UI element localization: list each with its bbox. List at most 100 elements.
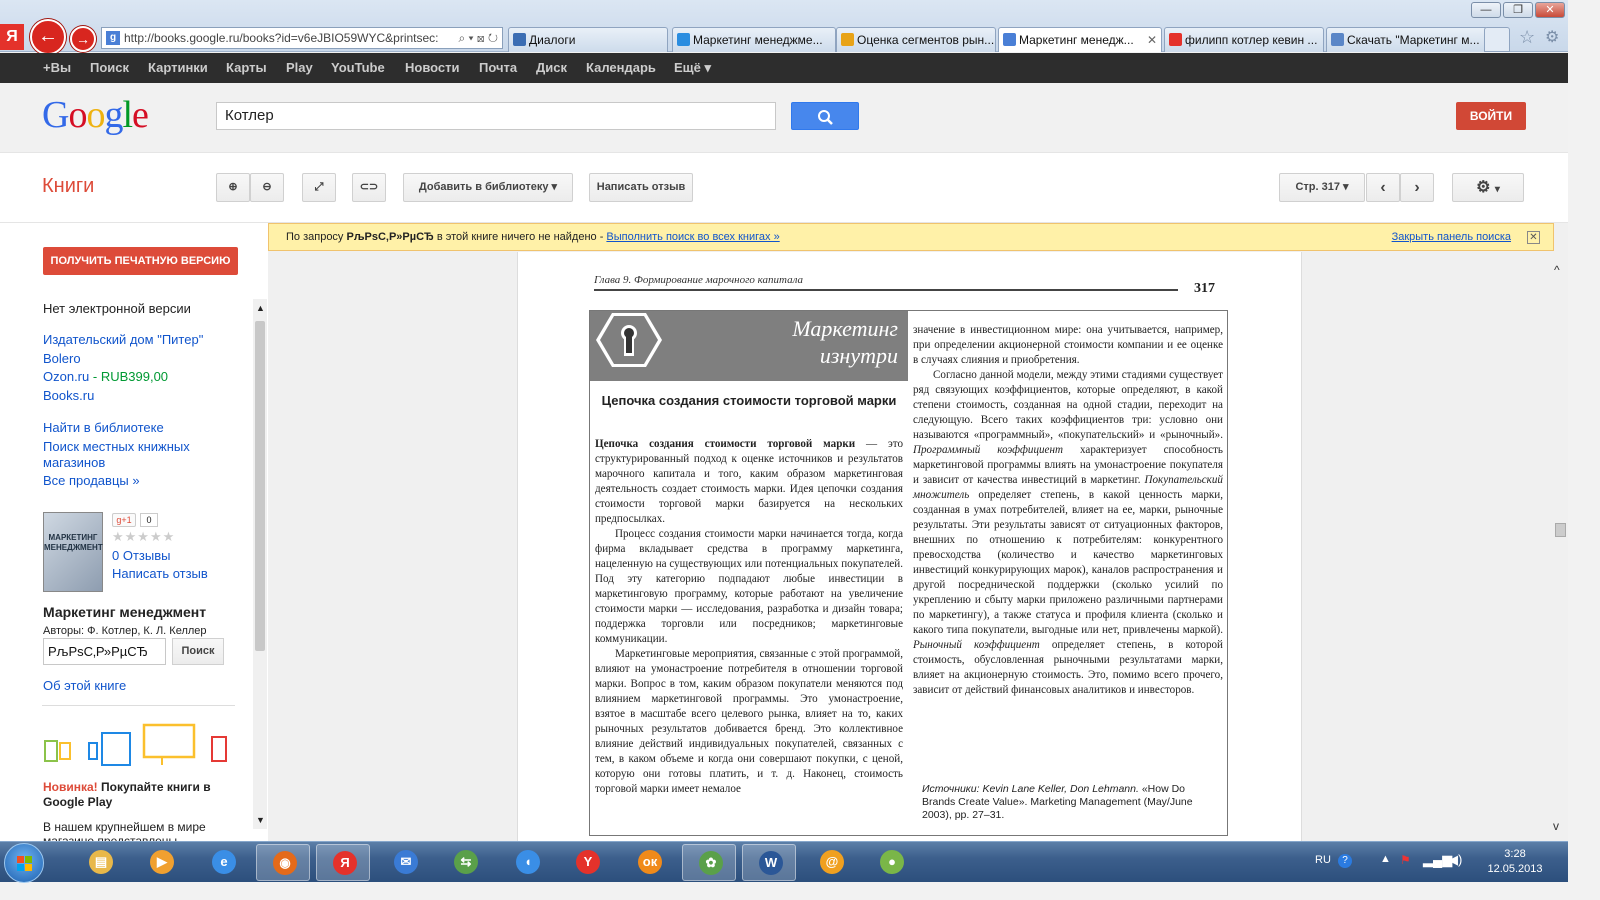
gbar-item[interactable]: Календарь [586, 53, 656, 83]
seller-link-piter[interactable]: Издательский дом "Питер" [43, 332, 203, 348]
volume-app-icon: ◖ [516, 850, 540, 874]
login-button[interactable]: ВОЙТИ [1456, 102, 1526, 130]
clock[interactable]: 3:28 12.05.2013 [1480, 847, 1550, 877]
bookmark-star-icon[interactable]: ☆ [1519, 27, 1535, 48]
gbar-item[interactable]: Картинки [148, 53, 208, 83]
books-title[interactable]: Книги [42, 175, 94, 198]
viewer-scroll-thumb[interactable] [1555, 523, 1566, 537]
tab-label: Скачать "Маркетинг м... [1347, 33, 1480, 47]
sidebar-scrollbar[interactable]: ▲ ▼ [253, 299, 267, 829]
sidebar-scroll-thumb[interactable] [255, 321, 265, 651]
taskbar-app-odnoklassniki[interactable]: ок [622, 844, 676, 881]
gbar-item[interactable]: Поиск [90, 53, 129, 83]
address-bar[interactable]: g http://books.google.ru/books?id=v6eJBI… [101, 27, 503, 49]
zoom-in-button[interactable]: ⊕ [216, 173, 250, 202]
book-cover[interactable]: МАРКЕТИНГ МЕНЕДЖМЕНТ [43, 512, 103, 592]
write-review-button[interactable]: Написать отзыв [589, 173, 693, 202]
address-bar-actions[interactable]: ⌕ ▾ ⊠ ↻ [458, 28, 498, 48]
taskbar-app-internet-explorer[interactable]: e [196, 844, 250, 881]
minimize-button[interactable]: — [1471, 2, 1501, 18]
tab-close-icon[interactable]: ✕ [1147, 28, 1157, 52]
close-window-button[interactable]: ✕ [1535, 2, 1565, 18]
new-tab-button[interactable] [1484, 27, 1510, 52]
taskbar-app-firefox[interactable]: ◉ [256, 844, 310, 881]
mail-agent-icon: @ [820, 850, 844, 874]
scroll-up-icon[interactable]: ▲ [256, 303, 265, 313]
scroll-up-icon[interactable]: ^ [1554, 263, 1560, 277]
taskbar-app-mail[interactable]: ✉ [378, 844, 432, 881]
fullscreen-button[interactable]: ⤢ [302, 173, 336, 202]
scroll-down-icon[interactable]: ▼ [256, 815, 265, 825]
gbar-item[interactable]: +Вы [43, 53, 71, 83]
settings-button[interactable]: ⚙ ▾ [1452, 173, 1524, 202]
gbar-item[interactable]: Play [286, 53, 313, 83]
maximize-button[interactable]: ❐ [1503, 2, 1533, 18]
gbar-item[interactable]: Ещё ▾ [674, 53, 711, 83]
scroll-down-icon[interactable]: v [1553, 819, 1559, 833]
browser-tab[interactable]: Оценка сегментов рын... [836, 27, 996, 52]
sidebar-box: Маркетинг изнутри Цепочка создания стоим… [589, 310, 1228, 836]
gbar-item[interactable]: Новости [405, 53, 460, 83]
taskbar-app-media-player[interactable]: ▶ [134, 844, 188, 881]
browser-tab[interactable]: Скачать "Маркетинг м... [1326, 27, 1488, 52]
in-book-search-button[interactable]: Поиск [172, 638, 224, 665]
google-logo[interactable]: Google [42, 93, 149, 137]
volume-icon[interactable]: ◀) [1448, 852, 1462, 868]
browser-tab[interactable]: Диалоги [508, 27, 668, 52]
back-button[interactable]: ← [30, 19, 66, 55]
gbar-item[interactable]: Диск [536, 53, 567, 83]
gear-icon: ⚙ [1476, 179, 1491, 196]
gbar-item[interactable]: Почта [479, 53, 517, 83]
prev-page-button[interactable]: ‹ [1366, 173, 1400, 202]
tray-arrow-icon[interactable]: ▲ [1380, 853, 1391, 865]
search-button[interactable] [791, 102, 859, 130]
browser-tab[interactable]: Маркетинг менеджме... [672, 27, 836, 52]
get-print-button[interactable]: ПОЛУЧИТЬ ПЕЧАТНУЮ ВЕРСИЮ [43, 247, 238, 275]
taskbar-app-app-ball[interactable]: ● [864, 844, 918, 881]
page-select[interactable]: Стр. 317 ▾ [1279, 173, 1365, 202]
seller-link-books-ru[interactable]: Books.ru [43, 388, 94, 404]
link-button[interactable]: ⊂⊃ [352, 173, 386, 202]
forward-button[interactable]: → [70, 26, 96, 52]
yandex-logo-icon[interactable]: Я [0, 24, 24, 50]
seller-ozon[interactable]: Ozon.ru - RUB399,00 [43, 369, 168, 385]
seller-link-ozon[interactable]: Ozon.ru [43, 369, 89, 384]
start-button[interactable] [4, 843, 44, 883]
find-in-library-link[interactable]: Найти в библиотеке [43, 420, 164, 436]
taskbar-app-mail-agent[interactable]: @ [804, 844, 858, 881]
seller-link-bolero[interactable]: Bolero [43, 351, 81, 367]
taskbar-app-yandex[interactable]: Я [316, 844, 370, 881]
write-review-link[interactable]: Написать отзыв [112, 566, 208, 582]
all-sellers-link[interactable]: Все продавцы » [43, 473, 140, 489]
reviews-link[interactable]: 0 Отзывы [112, 548, 170, 564]
close-search-panel-link[interactable]: Закрыть панель поиска [1392, 224, 1511, 250]
settings-gear-icon[interactable]: ⚙ [1545, 27, 1559, 47]
help-icon[interactable]: ? [1338, 854, 1352, 868]
search-input[interactable]: Котлер [216, 102, 776, 130]
network-warning-icon[interactable]: ⚑ [1400, 853, 1411, 867]
taskbar-app-agent[interactable]: ✿ [682, 844, 736, 881]
firefox-icon: ◉ [273, 851, 297, 875]
add-to-library-button[interactable]: Добавить в библиотеку ▾ [403, 173, 573, 202]
taskbar-app-word[interactable]: W [742, 844, 796, 881]
browser-tab[interactable]: филипп котлер кевин ... [1164, 27, 1324, 52]
viewer-scrollbar[interactable]: ^ v [1552, 263, 1568, 833]
google-bar: +Вы Поиск Картинки Карты Play YouTube Новости П… [0, 53, 1568, 83]
gbar-item[interactable]: YouTube [331, 53, 385, 83]
taskbar-app-volume-app[interactable]: ◖ [500, 844, 554, 881]
close-icon[interactable]: ✕ [1527, 231, 1540, 244]
language-indicator[interactable]: RU [1315, 854, 1331, 866]
zoom-out-button[interactable]: ⊖ [250, 173, 284, 202]
store-text: В нашем крупнейшем в мире магазине предс… [43, 820, 206, 841]
next-page-button[interactable]: › [1400, 173, 1434, 202]
taskbar-app-app-green[interactable]: ⇆ [438, 844, 492, 881]
gplus-button[interactable]: g+1 [112, 513, 136, 527]
in-book-search-input[interactable]: РљРѕС‚Р»РµСЂ [43, 638, 166, 665]
browser-tab[interactable]: Маркетинг менедж... ✕ [998, 27, 1162, 52]
taskbar-app-yandex-browser[interactable]: Y [560, 844, 614, 881]
about-book-link[interactable]: Об этой книге [43, 678, 126, 694]
search-all-books-link[interactable]: Выполнить поиск во всех книгах » [606, 231, 779, 243]
gbar-item[interactable]: Карты [226, 53, 267, 83]
local-stores-link[interactable]: Поиск местных книжных магазинов [43, 439, 213, 471]
taskbar-app-explorer[interactable]: ▤ [73, 844, 127, 881]
